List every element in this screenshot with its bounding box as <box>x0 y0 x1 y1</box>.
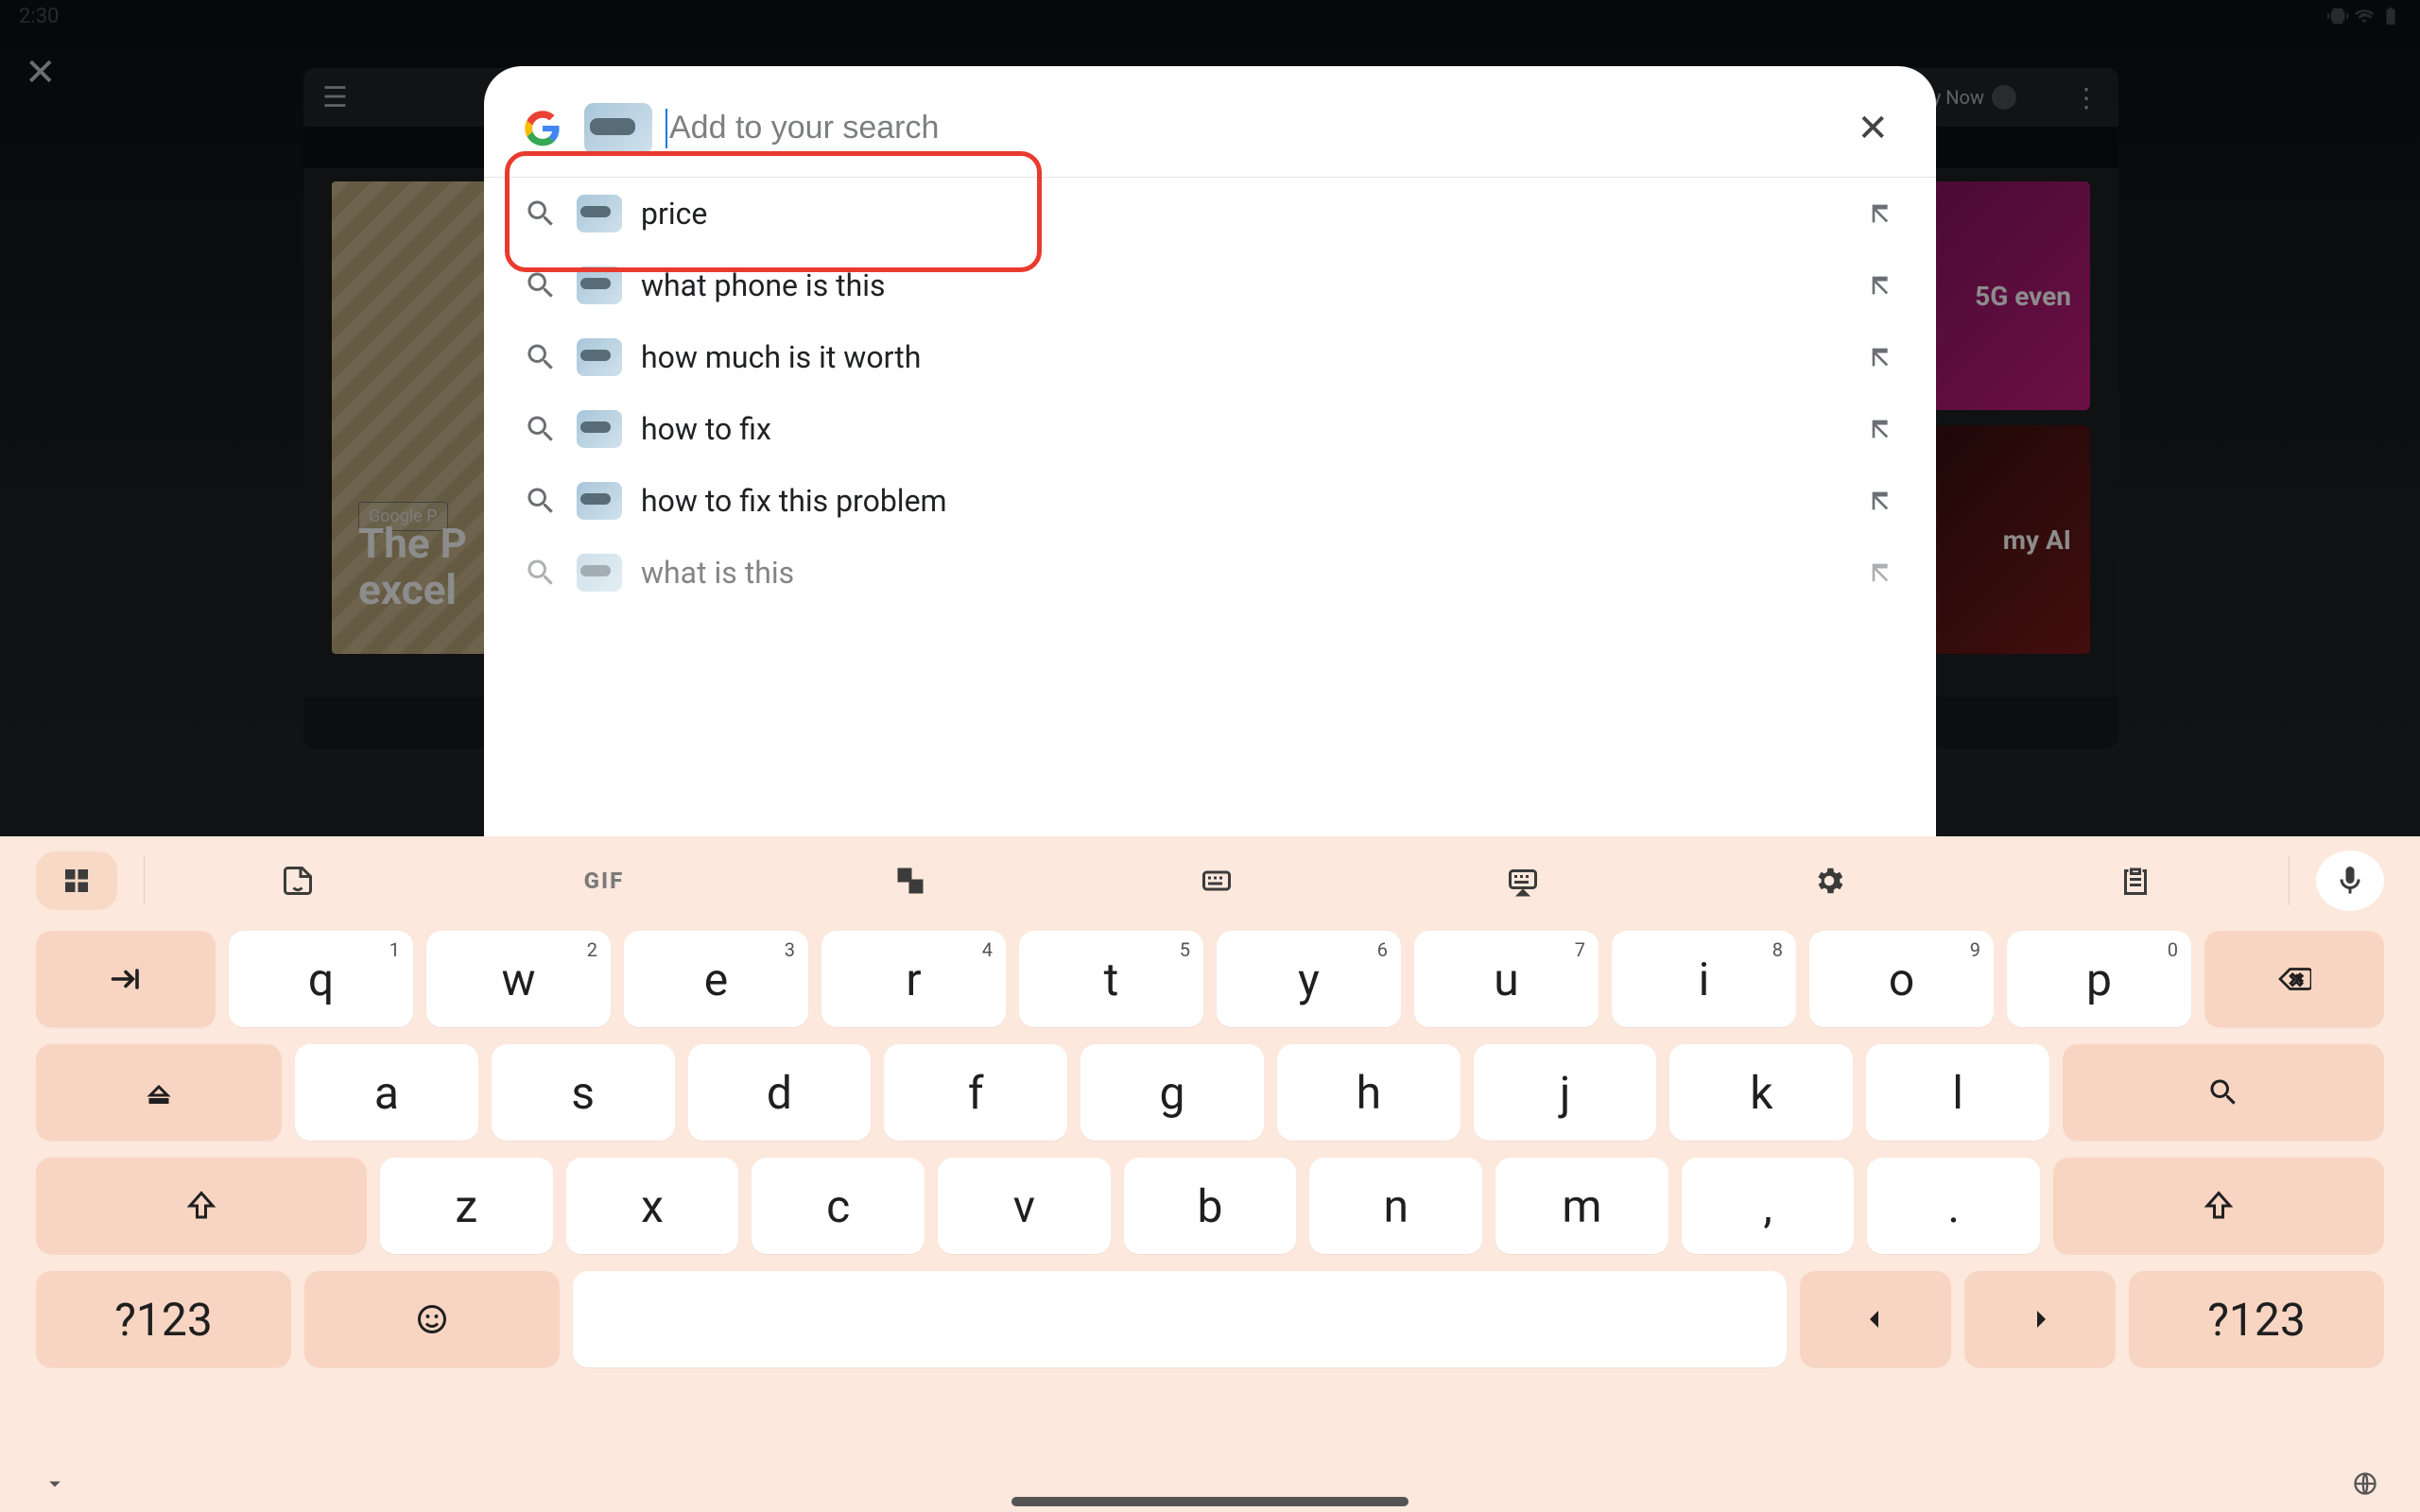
key-w[interactable]: w2 <box>426 931 611 1027</box>
key-a[interactable]: a <box>295 1044 478 1141</box>
key-s[interactable]: s <box>492 1044 675 1141</box>
search-enter-key[interactable] <box>2063 1044 2384 1141</box>
key-comma[interactable]: , <box>1682 1158 1855 1254</box>
key-l[interactable]: l <box>1866 1044 2049 1141</box>
gif-button[interactable]: GIF <box>451 868 757 894</box>
key-i[interactable]: i8 <box>1612 931 1796 1027</box>
key-q[interactable]: q1 <box>229 931 413 1027</box>
sticker-button[interactable] <box>145 864 451 898</box>
key-x[interactable]: x <box>566 1158 739 1254</box>
symbols-key[interactable]: ?123 <box>36 1271 291 1367</box>
key-z[interactable]: z <box>380 1158 553 1254</box>
floating-keyboard-button[interactable] <box>1370 864 1676 898</box>
insert-arrow-icon[interactable] <box>1866 558 1896 588</box>
search-bar: ✕ <box>484 66 1936 177</box>
translate-button[interactable] <box>757 864 1063 898</box>
suggestion-row[interactable]: how to fix this problem <box>484 465 1936 537</box>
search-icon <box>524 412 558 446</box>
key-o[interactable]: o9 <box>1809 931 1994 1027</box>
search-input[interactable] <box>669 110 1849 146</box>
key-t[interactable]: t5 <box>1019 931 1203 1027</box>
caps-key[interactable] <box>36 1044 282 1141</box>
key-m[interactable]: m <box>1495 1158 1668 1254</box>
search-icon <box>524 556 558 590</box>
settings-button[interactable] <box>1676 864 1982 898</box>
tab-key[interactable] <box>36 931 216 1027</box>
suggestion-row[interactable]: what phone is this <box>484 249 1936 321</box>
key-u[interactable]: u7 <box>1414 931 1599 1027</box>
key-h[interactable]: h <box>1277 1044 1461 1141</box>
search-image-thumbnail[interactable] <box>584 103 652 154</box>
suggestion-image-thumbnail <box>577 554 622 592</box>
suggestion-text: how to fix <box>641 411 1847 447</box>
backspace-key[interactable] <box>2204 931 2384 1027</box>
suggestion-row[interactable]: what is this <box>484 537 1936 609</box>
google-logo-icon <box>524 110 562 147</box>
key-k[interactable]: k <box>1669 1044 1853 1141</box>
key-d[interactable]: d <box>688 1044 872 1141</box>
clear-search-button[interactable]: ✕ <box>1849 98 1896 158</box>
key-p[interactable]: p0 <box>2007 931 2191 1027</box>
symbols-key-right[interactable]: ?123 <box>2129 1271 2384 1367</box>
language-switch-button[interactable] <box>2352 1470 2378 1501</box>
key-v[interactable]: v <box>938 1158 1111 1254</box>
keyboard-layout-button[interactable] <box>1063 864 1370 898</box>
key-g[interactable]: g <box>1080 1044 1264 1141</box>
key-e[interactable]: e3 <box>624 931 808 1027</box>
suggestion-image-thumbnail <box>577 482 622 520</box>
suggestion-image-thumbnail <box>577 338 622 376</box>
suggestion-image-thumbnail <box>577 195 622 232</box>
suggestion-text: how to fix this problem <box>641 483 1847 519</box>
key-r[interactable]: r4 <box>821 931 1006 1027</box>
emoji-key[interactable] <box>304 1271 560 1367</box>
search-icon <box>524 197 558 231</box>
suggestion-text: how much is it worth <box>641 339 1847 375</box>
shift-key-left[interactable] <box>36 1158 367 1254</box>
suggestion-text: what is this <box>641 555 1847 591</box>
search-icon <box>524 484 558 518</box>
space-key[interactable] <box>573 1271 1787 1367</box>
insert-arrow-icon[interactable] <box>1866 414 1896 444</box>
search-icon <box>524 268 558 302</box>
suggestion-text: what phone is this <box>641 267 1847 303</box>
search-icon <box>524 340 558 374</box>
home-indicator[interactable] <box>1011 1497 1409 1506</box>
shift-key-right[interactable] <box>2053 1158 2384 1254</box>
key-period[interactable]: . <box>1867 1158 2040 1254</box>
key-y[interactable]: y6 <box>1217 931 1401 1027</box>
suggestion-row[interactable]: how much is it worth <box>484 321 1936 393</box>
divider <box>2289 856 2290 905</box>
suggestion-image-thumbnail <box>577 266 622 304</box>
cursor-left-key[interactable] <box>1800 1271 1951 1367</box>
clipboard-button[interactable] <box>1982 864 2289 898</box>
text-cursor <box>666 109 667 148</box>
insert-arrow-icon[interactable] <box>1866 270 1896 301</box>
suggestion-row[interactable]: price <box>484 178 1936 249</box>
keyboard-apps-button[interactable] <box>36 851 117 910</box>
suggestion-text: price <box>641 196 1847 232</box>
key-f[interactable]: f <box>884 1044 1067 1141</box>
insert-arrow-icon[interactable] <box>1866 198 1896 229</box>
key-b[interactable]: b <box>1124 1158 1297 1254</box>
voice-input-button[interactable] <box>2316 850 2384 911</box>
key-n[interactable]: n <box>1309 1158 1482 1254</box>
key-c[interactable]: c <box>752 1158 925 1254</box>
key-j[interactable]: j <box>1474 1044 1657 1141</box>
suggestion-row[interactable]: how to fix <box>484 393 1936 465</box>
insert-arrow-icon[interactable] <box>1866 342 1896 372</box>
insert-arrow-icon[interactable] <box>1866 486 1896 516</box>
suggestion-image-thumbnail <box>577 410 622 448</box>
keyboard-toolbar: GIF <box>36 836 2384 925</box>
cursor-right-key[interactable] <box>1964 1271 2116 1367</box>
collapse-keyboard-button[interactable] <box>42 1470 68 1501</box>
virtual-keyboard: GIF q1w2e3r4t5y6u7i8o9p0 asdfghjkl zxcvb… <box>0 836 2420 1512</box>
